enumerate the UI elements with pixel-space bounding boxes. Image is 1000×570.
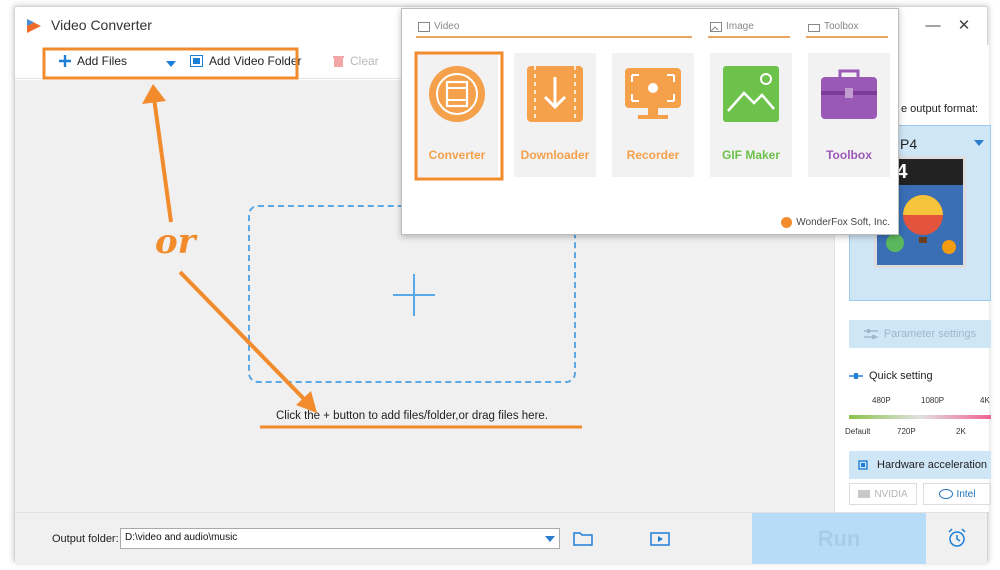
bottom-bar: Output folder: D:\video and audio\music … <box>15 512 987 564</box>
scale-label-2k: 2K <box>956 427 966 436</box>
alarm-clock-icon[interactable] <box>947 528 967 548</box>
chip-icon <box>858 460 868 470</box>
clear-button[interactable]: Clear <box>333 54 379 68</box>
add-video-folder-button[interactable]: Add Video Folder <box>190 54 302 68</box>
feature-popup-menu: Video Image Toolbox Converter Downloader <box>401 8 899 235</box>
parameter-settings-label: Parameter settings <box>883 328 977 340</box>
recorder-icon <box>625 68 681 119</box>
wonderfox-logo-icon <box>781 217 793 228</box>
quick-setting-label: Quick setting <box>869 370 933 382</box>
intel-toggle[interactable]: Intel <box>923 483 991 505</box>
preview-video-icon[interactable] <box>650 530 670 546</box>
add-files-dropdown-icon[interactable] <box>166 61 176 67</box>
image-section-divider <box>708 36 790 38</box>
output-format-name: P4 <box>900 136 918 152</box>
add-video-folder-label: Add Video Folder <box>209 54 302 68</box>
output-folder-field[interactable]: D:\video and audio\music <box>120 528 560 549</box>
company-name: WonderFox Soft, Inc. <box>796 217 890 228</box>
recorder-tile[interactable]: Recorder <box>612 53 694 177</box>
or-annotation: or <box>155 222 196 262</box>
intel-label: Intel <box>956 488 976 500</box>
output-format-label: e output format: <box>901 103 979 115</box>
converter-label: Converter <box>428 148 486 162</box>
trash-icon <box>333 56 344 67</box>
quality-slider[interactable] <box>849 415 991 419</box>
add-files-label: Add Files <box>77 54 128 68</box>
nvidia-toggle[interactable]: NVIDIA <box>849 483 917 505</box>
hardware-acceleration-button[interactable]: Hardware acceleration <box>849 451 991 479</box>
downloader-label: Downloader <box>520 148 590 162</box>
scale-label-1080p: 1080P <box>921 396 945 405</box>
nvidia-logo-icon <box>858 490 871 498</box>
toolbox-section-icon <box>808 23 820 32</box>
format-dropdown-icon <box>974 140 984 146</box>
hardware-acceleration-label: Hardware acceleration <box>877 459 988 471</box>
section-toolbox-label: Toolbox <box>824 21 859 32</box>
intel-logo-icon <box>938 489 953 499</box>
gif-maker-tile[interactable]: GIF Maker <box>710 53 792 177</box>
scale-label-720p: 720P <box>897 427 916 436</box>
scale-label-default: Default <box>845 427 871 436</box>
toolbox-section-divider <box>806 36 888 38</box>
converter-icon <box>429 66 485 122</box>
plus-icon <box>59 55 71 67</box>
image-section-icon <box>710 21 722 32</box>
section-toolbox: Toolbox <box>808 21 858 32</box>
output-folder-label: Output folder: <box>52 533 119 545</box>
downloader-tile[interactable]: Downloader <box>514 53 596 177</box>
video-folder-icon <box>190 55 203 67</box>
converter-tile[interactable]: Converter <box>416 53 498 177</box>
quick-setting-icon <box>849 373 863 379</box>
toolbox-label: Toolbox <box>826 148 872 162</box>
toolbox-tile[interactable]: Toolbox <box>808 53 890 177</box>
output-folder-dropdown-icon[interactable] <box>545 536 555 542</box>
section-video-label: Video <box>434 21 460 32</box>
nvidia-label: NVIDIA <box>874 488 908 500</box>
close-button[interactable]: ✕ <box>952 15 976 37</box>
company-credit: WonderFox Soft, Inc. <box>781 217 890 228</box>
video-section-divider <box>416 36 692 38</box>
scale-label-480p: 480P <box>872 396 891 405</box>
recorder-label: Recorder <box>626 148 680 162</box>
downloader-icon <box>527 66 583 122</box>
app-logo-icon <box>27 19 41 33</box>
section-image: Image <box>710 21 754 32</box>
run-button[interactable]: Run <box>752 513 926 564</box>
drop-hint-text: Click the + button to add files/folder,o… <box>275 410 548 422</box>
scale-label-4k: 4K <box>980 396 990 405</box>
add-files-button[interactable]: Add Files <box>59 54 127 68</box>
quick-setting: Quick setting <box>849 370 933 382</box>
settings-sliders-icon <box>863 329 878 339</box>
parameter-settings-button[interactable]: Parameter settings <box>849 320 991 348</box>
minimize-button[interactable]: — <box>921 15 945 37</box>
section-image-label: Image <box>726 21 754 32</box>
gif-maker-label: GIF Maker <box>721 148 781 162</box>
section-video: Video <box>418 21 459 32</box>
toolbox-icon <box>821 69 877 119</box>
clear-label: Clear <box>350 54 379 68</box>
app-title: Video Converter <box>51 17 152 33</box>
video-section-icon <box>418 21 430 32</box>
open-folder-icon[interactable] <box>573 530 593 546</box>
gif-maker-icon <box>723 66 779 122</box>
